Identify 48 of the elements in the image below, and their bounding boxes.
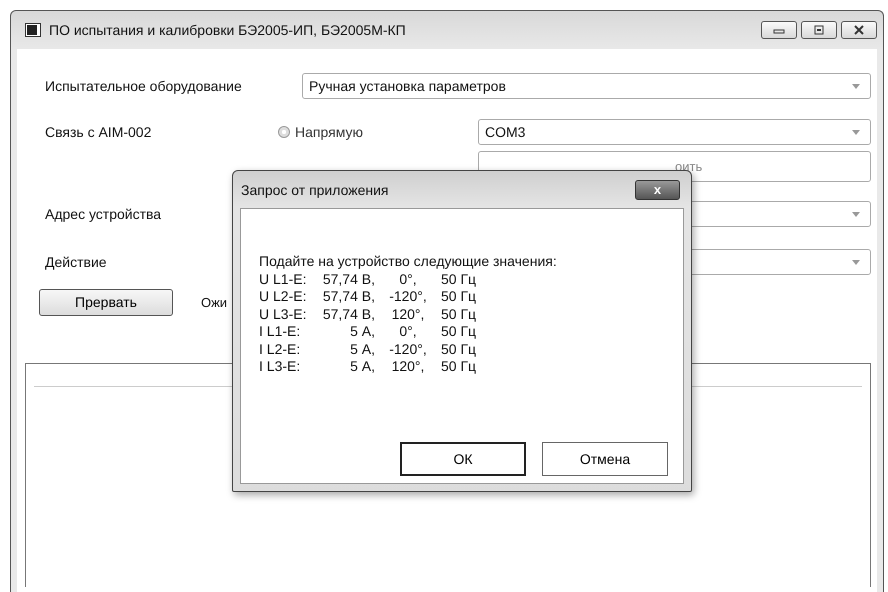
frequency-value: 50 Гц bbox=[441, 323, 478, 340]
value-label: U L1-E: bbox=[259, 270, 308, 288]
link-label: Связь с AIM-002 bbox=[44, 124, 152, 140]
minimize-button[interactable] bbox=[761, 21, 797, 39]
close-icon bbox=[852, 25, 866, 35]
maximize-icon bbox=[812, 25, 826, 35]
frequency-value: 50 Гц bbox=[441, 288, 478, 306]
message-heading: Подайте на устройство следующие значения: bbox=[259, 253, 558, 270]
angle-value: 120°, bbox=[390, 306, 426, 323]
frequency-value: 50 Гц bbox=[441, 306, 478, 323]
angle-value: -120°, bbox=[388, 288, 428, 306]
equipment-dropdown[interactable]: Ручная установка параметров bbox=[302, 73, 871, 99]
value-label: I L2-E: bbox=[259, 340, 302, 358]
frequency-value: 50 Гц bbox=[441, 358, 478, 376]
dropdown-arrow-icon bbox=[852, 212, 860, 216]
angle-value: -120°, bbox=[388, 340, 428, 358]
ok-button[interactable]: ОК bbox=[400, 442, 526, 476]
address-label: Адрес устройства bbox=[44, 206, 162, 222]
equipment-label: Испытательное оборудование bbox=[44, 78, 243, 94]
maximize-button[interactable] bbox=[801, 21, 837, 39]
direct-radio[interactable]: Напрямую bbox=[278, 124, 478, 140]
value-label: U L3-E: bbox=[259, 306, 308, 323]
magnitude-value: 5 А, bbox=[349, 358, 375, 376]
dialog-close-button[interactable]: x bbox=[635, 180, 680, 200]
cancel-button[interactable]: Отмена bbox=[542, 442, 668, 476]
magnitude-value: 57,74 В, bbox=[322, 288, 375, 306]
abort-button[interactable]: Прервать bbox=[39, 288, 173, 316]
port-dropdown[interactable]: COM3 bbox=[478, 119, 871, 145]
close-button[interactable] bbox=[841, 21, 877, 39]
magnitude-value: 57,74 В, bbox=[322, 306, 375, 323]
angle-value: 120°, bbox=[390, 358, 426, 376]
dropdown-arrow-icon bbox=[852, 130, 860, 134]
magnitude-value: 5 А, bbox=[349, 340, 375, 358]
frequency-value: 50 Гц bbox=[441, 340, 478, 358]
magnitude-value: 57,74 В, bbox=[322, 270, 375, 288]
angle-value: 0°, bbox=[398, 323, 418, 340]
value-label: I L3-E: bbox=[259, 358, 302, 376]
window-title: ПО испытания и калибровки БЭ2005-ИП, БЭ2005М-КП bbox=[49, 22, 406, 38]
angle-value: 0°, bbox=[398, 270, 418, 288]
dialog-title: Запрос от приложения bbox=[241, 182, 388, 198]
app-icon bbox=[25, 23, 41, 37]
value-label: U L2-E: bbox=[259, 288, 308, 306]
dropdown-arrow-icon bbox=[852, 260, 860, 264]
magnitude-value: 5 А, bbox=[349, 323, 375, 340]
dropdown-arrow-icon bbox=[852, 84, 860, 88]
value-label: I L1-E: bbox=[259, 323, 302, 340]
status-text: Ожи bbox=[201, 294, 228, 310]
frequency-value: 50 Гц bbox=[441, 270, 478, 288]
